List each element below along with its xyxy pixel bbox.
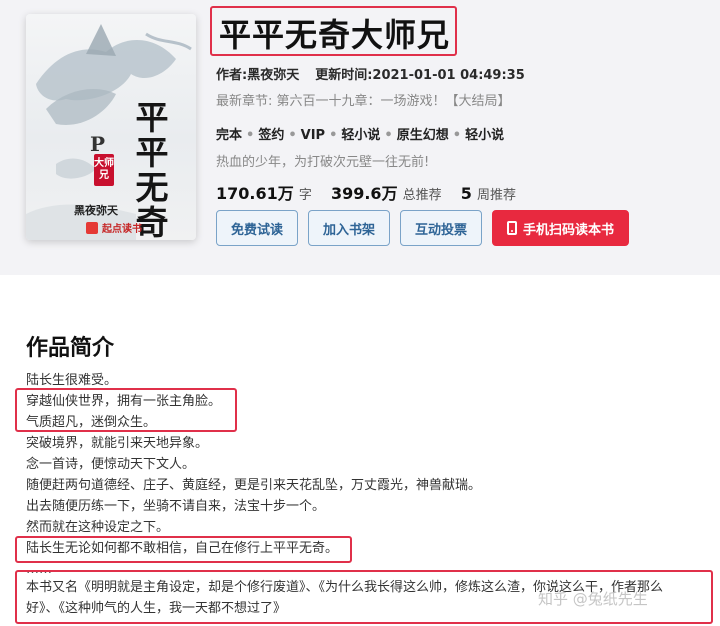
cover-author: 黑夜弥天 [74,204,118,217]
cover-red-seal: 大师兄 [94,154,114,186]
tag-item[interactable]: 原生幻想 [397,128,449,143]
update-time: 2021-01-01 04:49:35 [372,68,525,83]
cover-letter: P [90,132,106,156]
author-label: 作者: [216,68,248,83]
update-label: 更新时间: [315,68,373,83]
cover-title-text: 平平无奇 [135,98,169,240]
tag-item: VIP [300,128,326,143]
tag-item[interactable]: 轻小说 [341,128,380,143]
book-tagline: 热血的少年，为打破次元壁一往无前! [216,155,430,170]
latest-chapter-link[interactable]: 第六百一十九章：一场游戏！【大结局】 [277,94,511,109]
cover-publisher-logo: 起点读书 [86,220,142,235]
highlight-box-intro-2 [15,536,352,563]
intro-line: 念一首诗，便惊动天下文人。 [26,457,196,472]
mobile-read-label: 手机扫码读本书 [523,222,615,238]
zhihu-watermark: 知乎 @兔纸先生 [538,590,648,608]
highlight-box-title [210,6,457,56]
mobile-read-button[interactable]: 手机扫码读本书 [492,210,630,246]
book-cover[interactable]: 平平无奇 P 大师兄 黑夜弥天 起点读书 [26,14,196,240]
intro-line: 然而就在这种设定之下。 [26,520,170,535]
stat-weekly-recommend: 5 周推荐 [460,184,517,203]
free-read-button[interactable]: 免费试读 [216,210,299,246]
action-buttons: 免费试读 加入书架 互动投票 手机扫码读本书 [216,210,630,246]
latest-label: 最新章节: [216,94,273,109]
intro-line: 随便赶两句道德经、庄子、黄庭经，更是引来天花乱坠，万丈霞光，神兽献瑞。 [26,478,482,493]
intro-line: 突破境界，就能引来天地异象。 [26,436,209,451]
qidian-logo-icon [86,221,98,234]
latest-chapter: 最新章节: 第六百一十九章：一场游戏！【大结局】 [216,90,511,109]
tag-list: 完本 • 签约 • VIP • 轻小说 • 原生幻想 • 轻小说 [216,128,505,143]
intro-heading: 作品简介 [26,336,115,361]
vote-button[interactable]: 互动投票 [400,210,483,246]
stat-total-recommend: 399.6万 总推荐 [330,184,442,203]
phone-icon [507,221,518,235]
add-to-shelf-button[interactable]: 加入书架 [308,210,391,246]
cover-logo-text: 起点读书 [102,224,142,235]
book-meta: 作者:黑夜弥天 更新时间:2021-01-01 04:49:35 [216,64,525,83]
book-stats: 170.61万 字 399.6万 总推荐 5 周推荐 [216,180,530,204]
highlight-box-intro-1 [15,388,237,432]
author-link[interactable]: 黑夜弥天 [247,68,299,83]
intro-line: 出去随便历练一下，坐骑不请自来，法宝十步一个。 [26,499,326,514]
tag-item: 完本 [216,128,243,143]
tag-item: 签约 [258,128,285,143]
tag-item[interactable]: 轻小说 [465,128,504,143]
stat-word-count: 170.61万 字 [216,184,312,203]
